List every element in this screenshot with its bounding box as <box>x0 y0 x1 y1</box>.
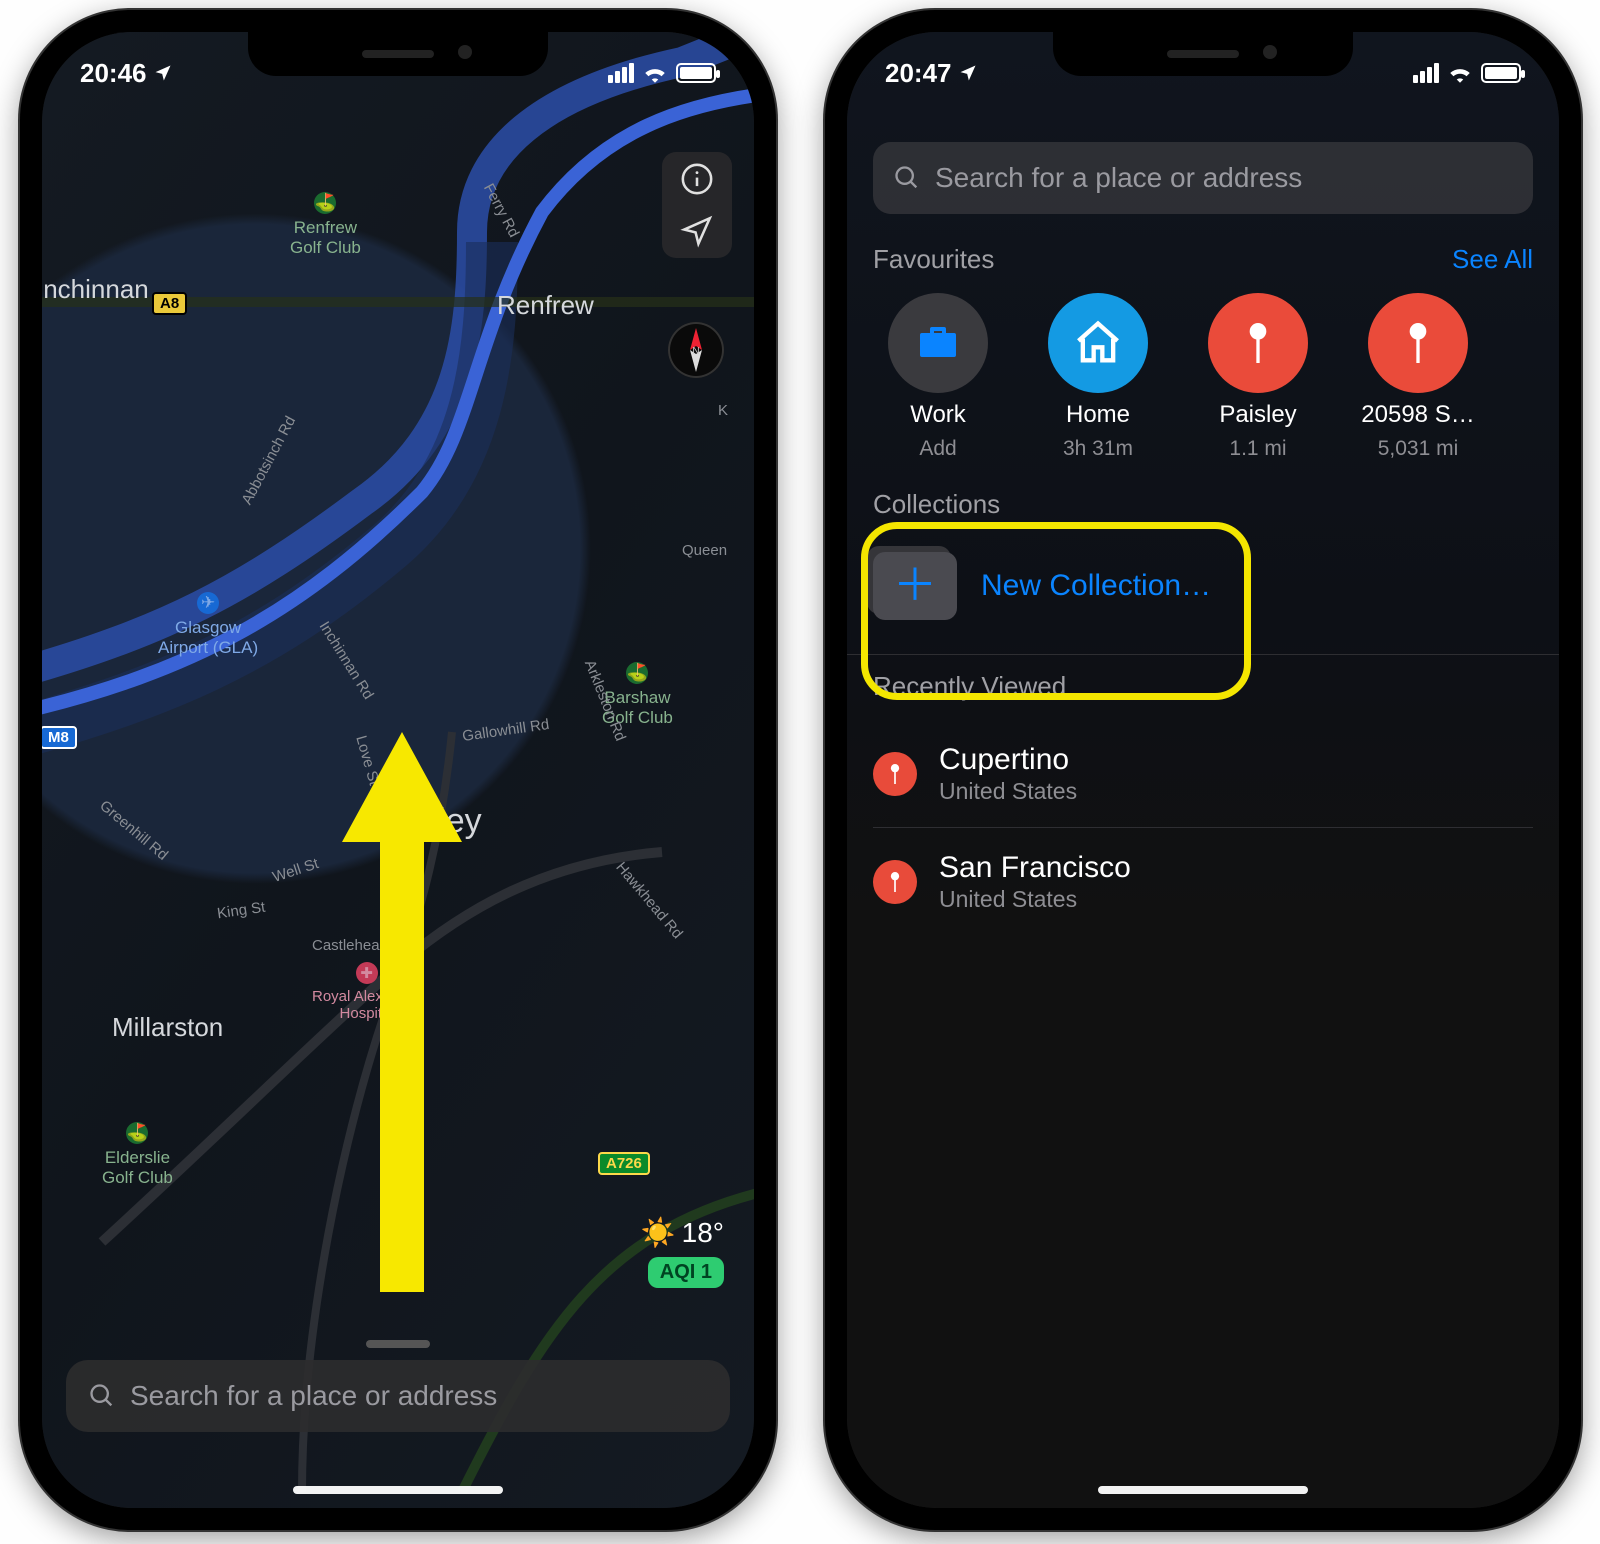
status-time: 20:46 <box>80 58 147 89</box>
battery-icon <box>676 63 716 83</box>
battery-icon <box>1481 63 1521 83</box>
pin-icon <box>873 860 917 904</box>
notch <box>1053 32 1353 76</box>
sheet-drag-handle[interactable] <box>366 1340 430 1348</box>
search-sheet[interactable]: Search for a place or address Favourites… <box>847 142 1559 1508</box>
screen-left: Inchinnan Renfrew Paisley Millarston ⛳Re… <box>42 32 754 1508</box>
recent-san-francisco[interactable]: San Francisco United States <box>873 827 1533 935</box>
locate-button[interactable] <box>680 214 714 248</box>
compass-button[interactable]: N <box>668 322 724 378</box>
collections-heading: Collections <box>873 489 1000 520</box>
screen-right: Search for a place or address Favourites… <box>847 32 1559 1508</box>
search-placeholder: Search for a place or address <box>130 1380 497 1412</box>
pin-icon <box>1208 293 1308 393</box>
road-queen: Queen <box>682 542 727 559</box>
status-time: 20:47 <box>885 58 952 89</box>
road-sign-a8: A8 <box>152 292 187 315</box>
recent-cupertino[interactable]: Cupertino United States <box>873 720 1533 827</box>
favourites-heading: Favourites <box>873 244 994 275</box>
home-indicator[interactable] <box>293 1486 503 1494</box>
search-field[interactable]: Search for a place or address <box>66 1360 730 1432</box>
pin-icon <box>1368 293 1468 393</box>
location-services-icon <box>153 63 173 83</box>
new-collection-label: New Collection… <box>981 569 1211 603</box>
divider <box>847 654 1559 655</box>
favourite-home[interactable]: Home 3h 31m <box>1033 293 1163 461</box>
home-indicator[interactable] <box>1098 1486 1308 1494</box>
svg-text:N: N <box>692 346 699 357</box>
road-sign-m8: M8 <box>42 726 77 749</box>
notch <box>248 32 548 76</box>
user-location-dot <box>395 1042 417 1064</box>
search-icon <box>88 1382 116 1410</box>
briefcase-icon <box>888 293 988 393</box>
favourites-row[interactable]: Work Add Home 3h 31m Paisley 1.1 mi <box>873 293 1533 461</box>
road-castlehead: Castlehead <box>312 937 388 954</box>
road-sign-a726: A726 <box>598 1152 650 1175</box>
phone-left: Inchinnan Renfrew Paisley Millarston ⛳Re… <box>20 10 776 1530</box>
search-icon <box>893 164 921 192</box>
see-all-link[interactable]: See All <box>1452 244 1533 275</box>
weather-temp-value: 18° <box>682 1217 724 1249</box>
map-controls <box>662 152 732 258</box>
recently-heading: Recently Viewed <box>873 671 1066 702</box>
new-collection-icon: ＋ <box>873 552 957 620</box>
favourite-20598s[interactable]: 20598 S… 5,031 mi <box>1353 293 1483 461</box>
pin-icon <box>873 752 917 796</box>
wifi-icon <box>642 63 668 83</box>
search-placeholder: Search for a place or address <box>935 162 1302 194</box>
new-collection-button[interactable]: ＋ New Collection… <box>873 538 1533 638</box>
wifi-icon <box>1447 63 1473 83</box>
favourite-paisley[interactable]: Paisley 1.1 mi <box>1193 293 1323 461</box>
info-button[interactable] <box>680 162 714 196</box>
favourite-work[interactable]: Work Add <box>873 293 1003 461</box>
cellular-icon <box>1413 63 1439 83</box>
plus-icon: ＋ <box>893 564 937 608</box>
road-k: K <box>718 402 728 419</box>
search-field[interactable]: Search for a place or address <box>873 142 1533 214</box>
weather-badge[interactable]: ☀️18° AQI 1 <box>641 1216 724 1288</box>
location-services-icon <box>958 63 978 83</box>
sun-icon: ☀️ <box>641 1216 676 1249</box>
aqi-badge: AQI 1 <box>648 1257 724 1288</box>
cellular-icon <box>608 63 634 83</box>
house-icon <box>1048 293 1148 393</box>
phone-right: Search for a place or address Favourites… <box>825 10 1581 1530</box>
